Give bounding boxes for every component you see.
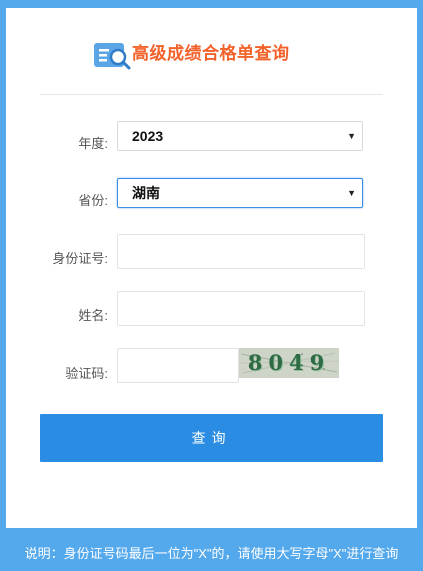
page-title: 高级成绩合格单查询 bbox=[132, 44, 290, 63]
chevron-down-icon: ▼ bbox=[347, 188, 356, 198]
query-card: 高级成绩合格单查询 年度: 2023 ▼ 省份: 湖南 ▼ 身份证号: 姓名: … bbox=[6, 8, 417, 528]
province-label: 省份: bbox=[78, 193, 108, 208]
chevron-down-icon: ▼ bbox=[347, 131, 356, 141]
captcha-text: 8049 bbox=[247, 350, 331, 375]
query-button[interactable]: 查询 bbox=[40, 414, 383, 462]
captcha-input[interactable] bbox=[117, 348, 239, 383]
year-select[interactable]: 2023 ▼ bbox=[117, 121, 363, 151]
captcha-image[interactable]: 8049 bbox=[239, 348, 339, 378]
page-header: 高级成绩合格单查询 bbox=[6, 8, 417, 94]
year-label: 年度: bbox=[78, 136, 108, 151]
header-divider bbox=[40, 94, 383, 95]
province-select-value: 湖南 bbox=[132, 185, 160, 201]
id-number-label: 身份证号: bbox=[52, 251, 108, 266]
footer-note: 说明：身份证号码最后一位为"X"的，请使用大写字母"X"进行查询 bbox=[24, 546, 399, 561]
name-label: 姓名: bbox=[78, 308, 108, 323]
province-select[interactable]: 湖南 ▼ bbox=[117, 178, 363, 208]
id-number-input[interactable] bbox=[117, 234, 365, 269]
year-select-value: 2023 bbox=[132, 128, 164, 144]
name-input[interactable] bbox=[117, 291, 365, 326]
captcha-label: 验证码: bbox=[65, 366, 108, 381]
document-search-icon bbox=[94, 43, 131, 70]
